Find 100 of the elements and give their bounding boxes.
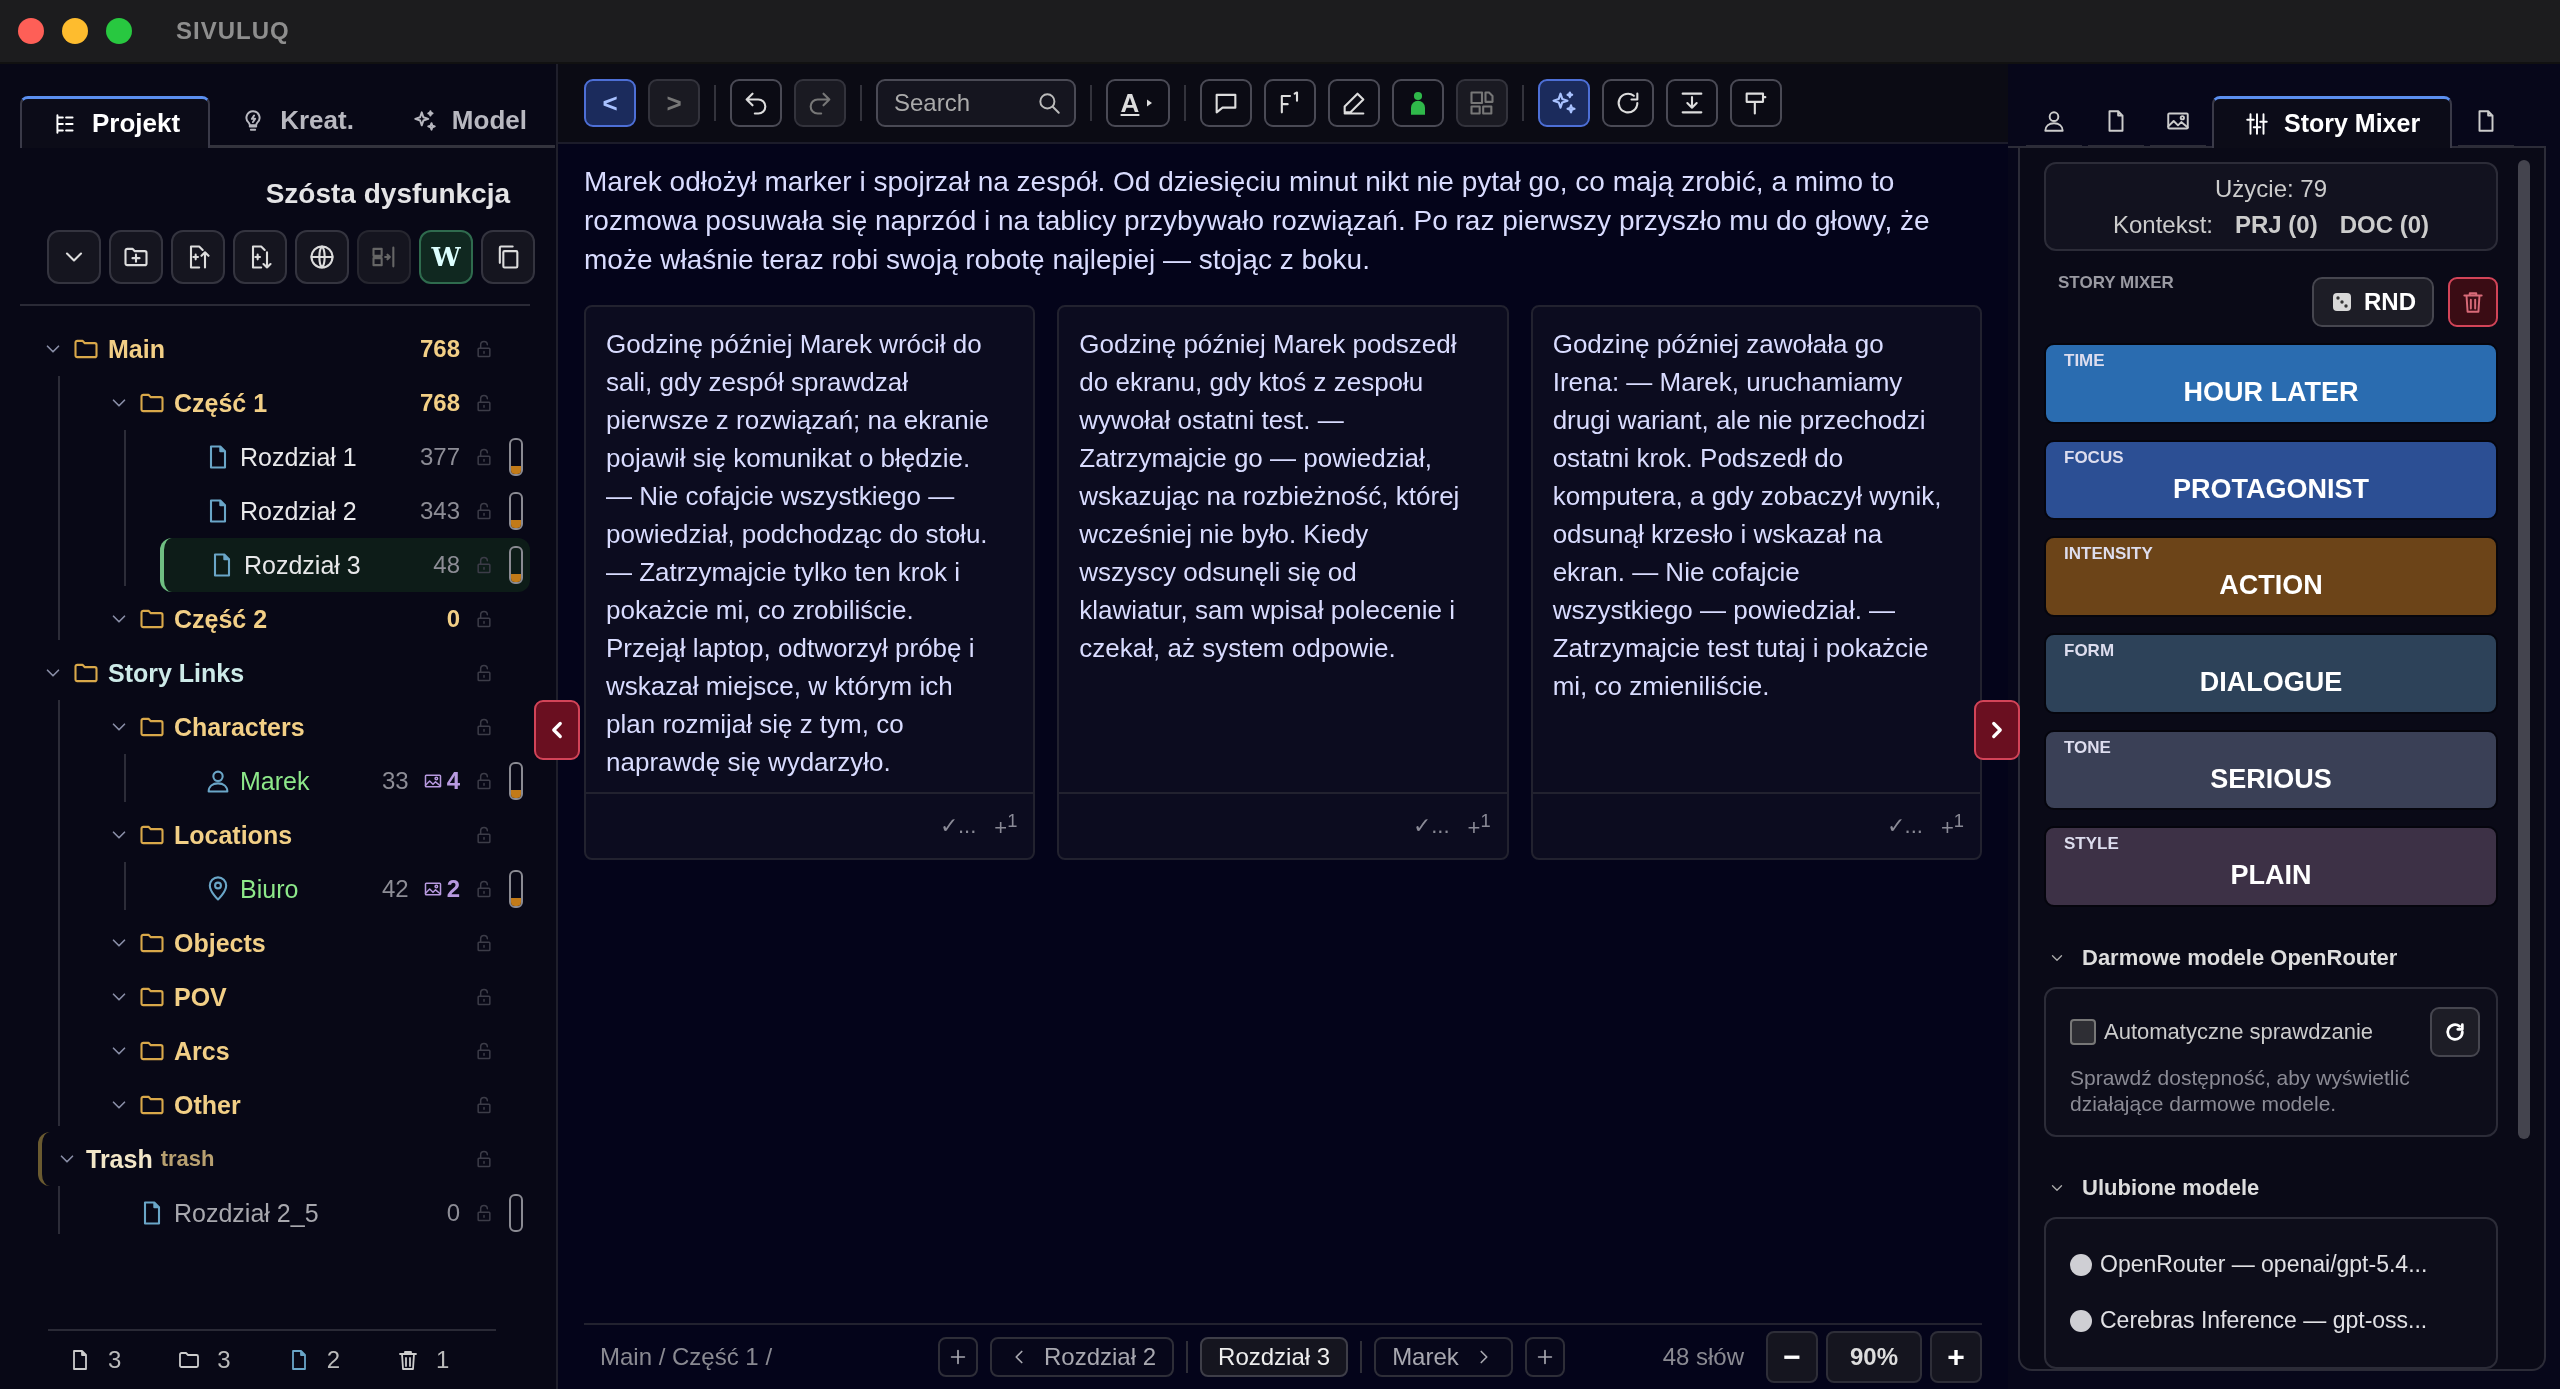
tree-item[interactable]: Arcs [20, 1024, 530, 1078]
radio-button[interactable] [2070, 1254, 2092, 1276]
add-button[interactable] [1524, 1337, 1565, 1377]
tree-item[interactable]: Biuro 42 2 [20, 862, 530, 916]
minimize-window-button[interactable] [62, 18, 88, 44]
sparkle-button[interactable] [1538, 79, 1590, 127]
tree-item-label: Locations [174, 820, 294, 850]
insert-button[interactable] [1666, 79, 1718, 127]
format-button[interactable] [1730, 79, 1782, 127]
story-paragraph: Marek odłożył marker i spojrzał na zespół. Od dziesięciu minut nikt nie pytał go, co mają zrobić, a mimo to rozmowa posuwała się naprzód i na tablicy przybywało rozwiązań. Po raz pierwszy przyszło mu do głowy, że może właśnie teraz robi swoją robotę najlepiej — stojąc z boku. [584, 165, 1931, 277]
mixer-card[interactable]: FORM DIALOGUE [2044, 633, 2498, 714]
tree-item-label: Main [108, 334, 166, 364]
mixer-card[interactable]: INTENSITY ACTION [2044, 536, 2498, 618]
add-button[interactable] [938, 1337, 978, 1377]
tree-item-label: Story Links [108, 658, 246, 688]
tree-item[interactable]: Część 2 0 [20, 592, 530, 646]
mixer-label: FOCUS [2064, 447, 2125, 468]
accept-button[interactable]: ✓... [1413, 813, 1450, 839]
tree-item[interactable]: Objects [20, 916, 530, 970]
new-folder-button[interactable] [109, 230, 163, 284]
close-window-button[interactable] [18, 18, 44, 44]
tree-item[interactable]: Część 1 768 [20, 376, 530, 430]
sidebar-tab[interactable]: Projekt [20, 96, 211, 148]
next-button[interactable] [1974, 700, 2020, 760]
mixer-card[interactable]: STYLE PLAIN [2044, 826, 2498, 907]
font-color-button[interactable]: A [1106, 79, 1170, 127]
mixer-value: SERIOUS [2209, 763, 2333, 795]
export-button[interactable] [233, 230, 287, 284]
back-button[interactable]: < [584, 79, 636, 127]
mixer-card[interactable]: FOCUS PROTAGONIST [2044, 439, 2498, 521]
tree-item-label: Objects [174, 928, 267, 958]
add-button[interactable]: +$^{1}$ [994, 810, 1018, 842]
tree-item[interactable]: Rozdział 2 343 [20, 484, 530, 538]
model-label: OpenRouter — openai/gpt-5.4... [2100, 1251, 2428, 1279]
tree-item[interactable]: Rozdział 2_5 0 [20, 1186, 530, 1240]
usage-label: Użycie: 79 [2214, 174, 2327, 203]
pen-button[interactable] [1328, 79, 1380, 127]
tree-item[interactable]: Rozdział 3 48 [160, 538, 530, 592]
web-button[interactable] [295, 230, 349, 284]
tree-item[interactable]: Locations [20, 808, 530, 862]
add-button[interactable]: +$^{1}$ [1940, 810, 1964, 842]
zoom-window-button[interactable] [106, 18, 132, 44]
random-button[interactable]: RND [2312, 277, 2434, 328]
word-count: 377 [419, 443, 460, 471]
copy-button[interactable] [481, 230, 535, 284]
mixer-card[interactable]: TONE SERIOUS [2044, 729, 2498, 811]
word-count: 768 [419, 335, 460, 363]
person-button[interactable] [1392, 79, 1444, 127]
tree-item-label: Rozdział 3 [244, 550, 362, 580]
comment-button[interactable] [1200, 79, 1252, 127]
next-chapter-button[interactable]: Marek [1374, 1337, 1513, 1377]
zoom-out-button[interactable]: − [1766, 1331, 1818, 1383]
search-field[interactable]: Search [876, 79, 1076, 127]
refresh-button[interactable] [2430, 1007, 2480, 1057]
mixer-value: ACTION [2218, 570, 2324, 602]
previous-button[interactable] [534, 700, 580, 760]
radio-button[interactable] [2070, 1310, 2092, 1332]
tree-item[interactable]: POV [20, 970, 530, 1024]
mixer-value: PROTAGONIST [2172, 473, 2370, 505]
globe-icon [308, 243, 336, 271]
model-label: Cerebras Inference — gpt-oss... [2100, 1307, 2428, 1335]
footnote-button[interactable] [1264, 79, 1316, 127]
import-button[interactable] [171, 230, 225, 284]
tree-item[interactable]: Other [20, 1078, 530, 1132]
mixer-label: INTENSITY [2064, 544, 2154, 565]
mixer-value: PLAIN [2229, 860, 2313, 892]
collapse-button[interactable] [47, 230, 101, 284]
section-title: Ulubione modele [2082, 1175, 2260, 1201]
tree-item[interactable]: Rozdział 1 377 [20, 430, 530, 484]
tree-item[interactable]: Characters [20, 700, 530, 754]
previous-chapter-button[interactable]: Rozdział 2 [990, 1337, 1175, 1377]
refresh-button[interactable] [1602, 79, 1654, 127]
delete-button[interactable] [2448, 277, 2498, 328]
image-icon [422, 879, 443, 899]
count-label: 1 [436, 1346, 450, 1374]
accept-button[interactable]: ✓... [1886, 813, 1923, 839]
panel-tab[interactable]: Story Mixer [2212, 96, 2453, 148]
tree-item[interactable]: Trash trash [38, 1132, 530, 1186]
tree-item-label: Część 1 [174, 388, 269, 418]
mixer-label: STYLE [2064, 834, 2120, 855]
scrollbar[interactable] [2518, 160, 2530, 1139]
window-title: SIVULUQ [176, 17, 290, 45]
checkbox[interactable] [2070, 1019, 2096, 1045]
undo-button[interactable] [730, 79, 782, 127]
tag-label: trash [160, 1146, 216, 1172]
sidebar-tab[interactable]: Model [381, 96, 555, 148]
mixer-card[interactable]: TIME HOUR LATER [2044, 343, 2498, 424]
count-label: 3 [217, 1346, 231, 1374]
sidebar-tab[interactable]: Kreat. [210, 96, 382, 148]
accept-button[interactable]: ✓... [939, 813, 977, 839]
tree-item[interactable]: Story Links [20, 646, 530, 700]
zoom-in-button[interactable]: + [1930, 1331, 1982, 1383]
tree-item[interactable]: Main 768 [20, 322, 530, 376]
wiki-button[interactable]: W [419, 230, 473, 284]
sparkle-icon [411, 107, 438, 134]
image-count: 2 [446, 875, 460, 903]
current-chapter-button[interactable]: Rozdział 3 [1200, 1337, 1349, 1377]
add-button[interactable]: +$^{1}$ [1467, 810, 1491, 842]
word-count: 48 [433, 551, 460, 579]
tree-item[interactable]: Marek 33 4 [20, 754, 530, 808]
